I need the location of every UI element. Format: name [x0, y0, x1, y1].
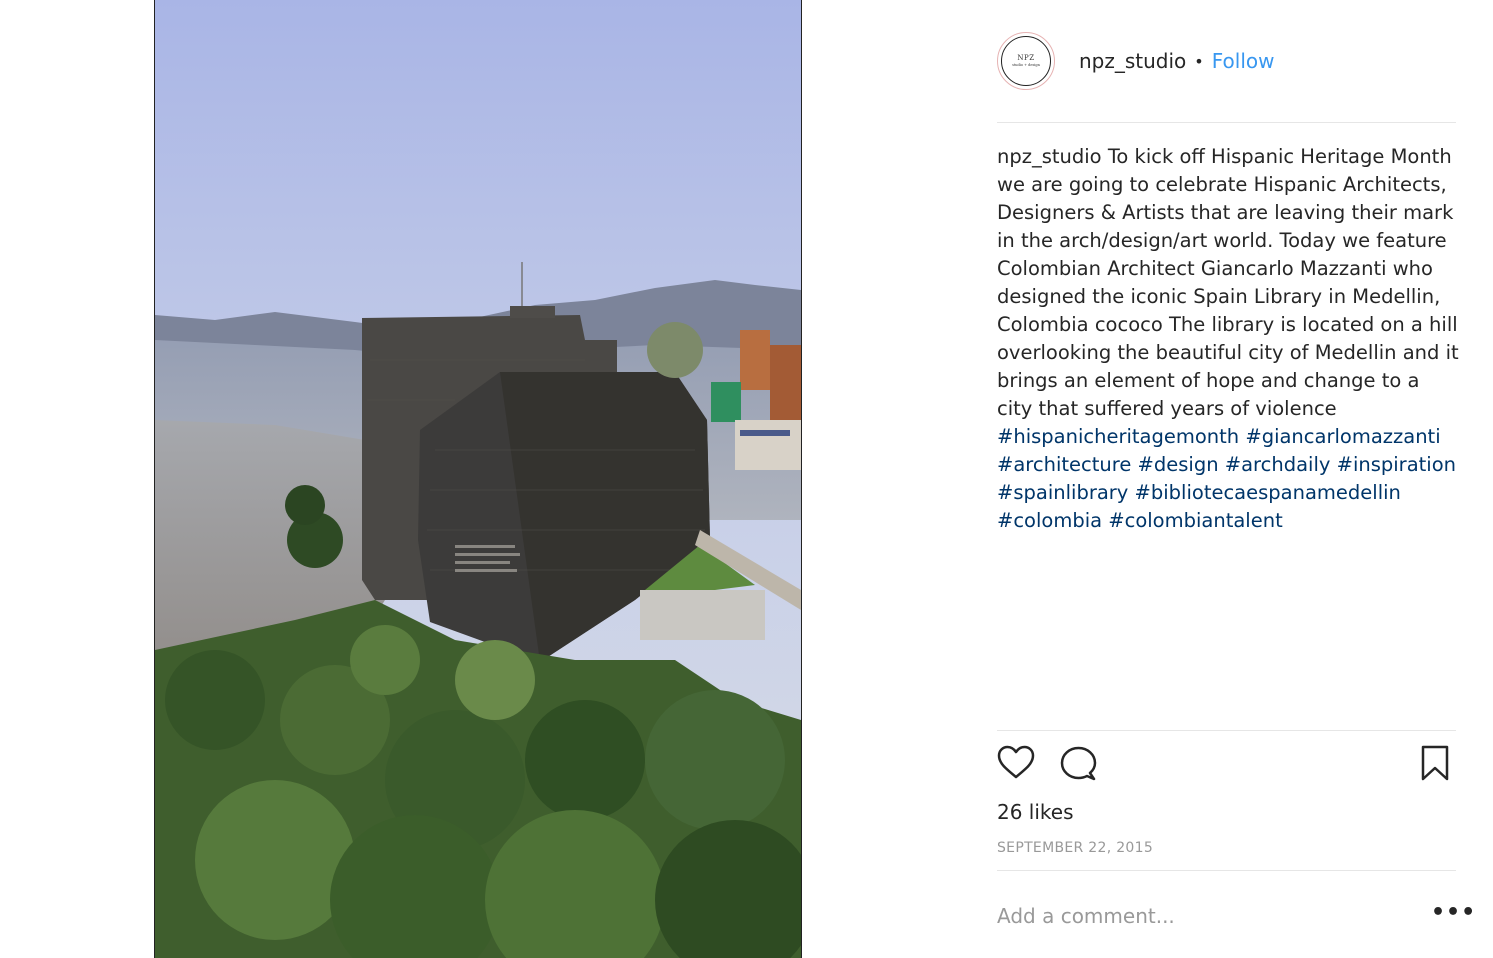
more-options-icon[interactable]: •••	[1431, 900, 1476, 925]
heart-icon[interactable]	[997, 744, 1035, 786]
avatar-logo-line2: studio + design	[1012, 62, 1040, 67]
post-photo-illustration	[155, 0, 801, 958]
avatar-logo-line1: NPZ	[1017, 53, 1035, 62]
likes-count[interactable]: 26 likes	[997, 800, 1074, 824]
post-actions	[997, 744, 1456, 788]
actions-divider	[997, 730, 1456, 731]
caption-hashtags[interactable]: #hispanicheritagemonth #giancarlomazzant…	[997, 425, 1456, 532]
avatar[interactable]: NPZ studio + design	[997, 32, 1055, 90]
comment-divider	[997, 870, 1456, 871]
post-caption: npz_studio To kick off Hispanic Heritage…	[997, 143, 1459, 535]
post-panel: NPZ studio + design npz_studio • Follow …	[997, 0, 1475, 958]
header-separator: •	[1194, 51, 1204, 71]
avatar-logo: NPZ studio + design	[1001, 36, 1051, 86]
caption-username-link[interactable]: npz_studio	[997, 145, 1102, 168]
bookmark-icon[interactable]	[1420, 744, 1450, 786]
header-username-link[interactable]: npz_studio	[1079, 49, 1186, 73]
caption-text: To kick off Hispanic Heritage Month we a…	[997, 145, 1459, 420]
header-divider	[997, 122, 1456, 123]
post-date[interactable]: SEPTEMBER 22, 2015	[997, 840, 1153, 856]
post-header: NPZ studio + design npz_studio • Follow	[997, 31, 1456, 91]
follow-button[interactable]: Follow	[1212, 49, 1275, 73]
add-comment-input[interactable]	[997, 898, 1417, 934]
comment-icon[interactable]	[1059, 744, 1097, 786]
post-photo[interactable]	[154, 0, 802, 958]
